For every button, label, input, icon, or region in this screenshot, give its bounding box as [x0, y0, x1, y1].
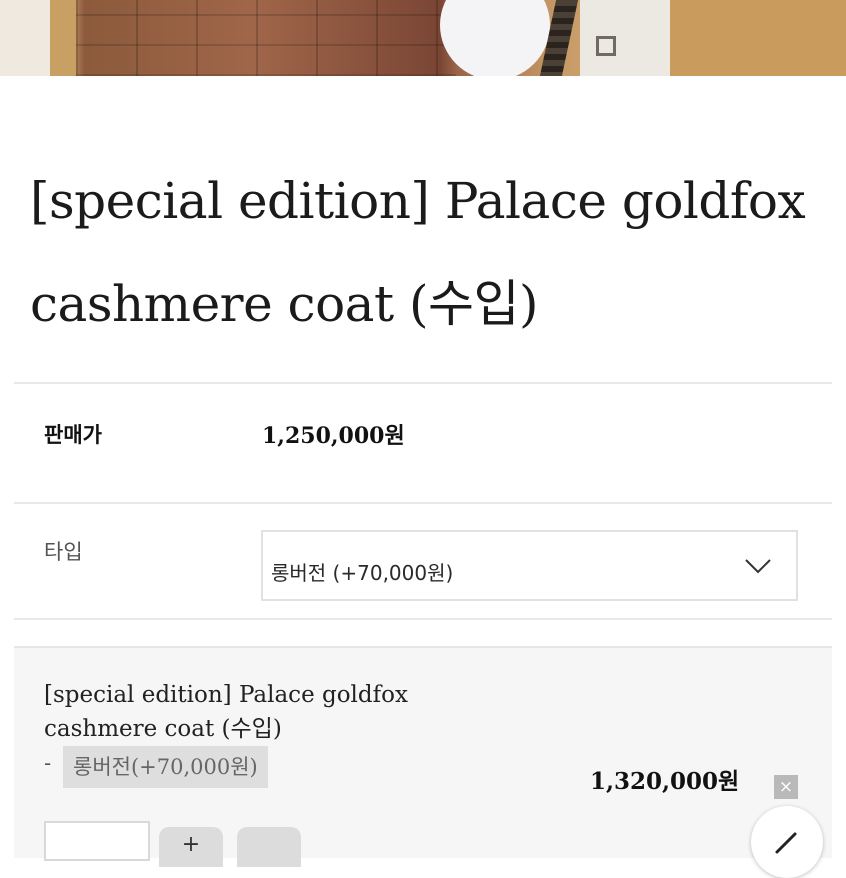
- product-title: [special edition] Palace goldfox cashmer…: [30, 172, 806, 333]
- image-wall: [670, 0, 846, 76]
- option-type-select[interactable]: 롱버전 (+70,000원): [261, 530, 798, 601]
- pencil-icon: [775, 832, 797, 854]
- divider: [14, 382, 832, 384]
- chevron-down-icon: [745, 559, 771, 574]
- image-bag: [440, 0, 550, 76]
- option-dash: -: [44, 751, 52, 775]
- divider: [14, 502, 832, 504]
- selected-total-price: 1,320,000원: [590, 768, 740, 795]
- quantity-increase-button[interactable]: +: [159, 827, 223, 867]
- quantity-input[interactable]: [44, 821, 150, 861]
- image-bag-flap: [580, 0, 670, 76]
- divider: [14, 618, 832, 620]
- image-clasp: [596, 36, 616, 56]
- selected-product-name: [special edition] Palace goldfox cashmer…: [44, 682, 408, 742]
- option-selected-value: 롱버전 (+70,000원): [271, 561, 454, 585]
- option-type-label: 타입: [44, 540, 83, 564]
- selected-option-badge: 롱버전(+70,000원): [63, 746, 268, 788]
- image-frame: [0, 0, 76, 76]
- close-icon[interactable]: ×: [774, 775, 798, 799]
- floating-action-button[interactable]: [751, 806, 823, 878]
- price-label: 판매가: [44, 423, 102, 447]
- price-value: 1,250,000원: [262, 423, 405, 449]
- product-image: [0, 0, 846, 76]
- quantity-decrease-button[interactable]: [237, 827, 301, 867]
- image-floor-tiles: [76, 0, 456, 76]
